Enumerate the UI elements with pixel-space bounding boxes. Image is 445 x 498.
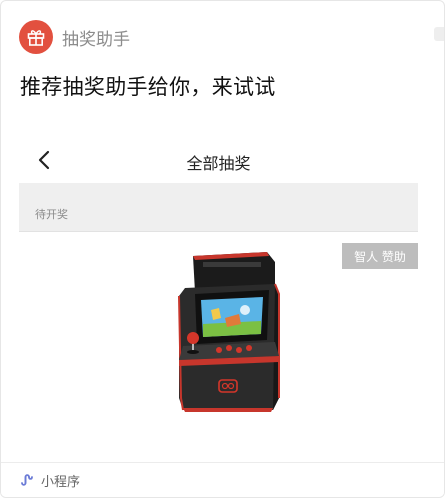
- app-header: 抽奖助手: [19, 20, 130, 54]
- mini-program-footer: 小程序: [1, 462, 444, 497]
- gift-icon: [19, 20, 53, 54]
- app-name: 抽奖助手: [62, 29, 130, 50]
- preview-nav-bar: 全部抽奖: [19, 141, 418, 179]
- sponsor-badge: 智人 赞助: [342, 243, 418, 269]
- preview-screenshot: 全部抽奖 待开奖 智人 赞助: [19, 131, 418, 436]
- mini-program-icon: [21, 474, 33, 486]
- share-card[interactable]: 抽奖助手 推荐抽奖助手给你，来试试 全部抽奖 待开奖 智人 赞助 小程序: [0, 0, 445, 498]
- preview-nav-title: 全部抽奖: [186, 154, 251, 173]
- arcade-machine-image: [178, 252, 280, 412]
- preview-filter-strip: 待开奖: [19, 183, 418, 232]
- share-title: 推荐抽奖助手给你，来试试: [20, 75, 276, 99]
- filter-label: 待开奖: [35, 208, 68, 221]
- card-corner-tab: [434, 27, 444, 41]
- mini-program-label: 小程序: [41, 475, 81, 490]
